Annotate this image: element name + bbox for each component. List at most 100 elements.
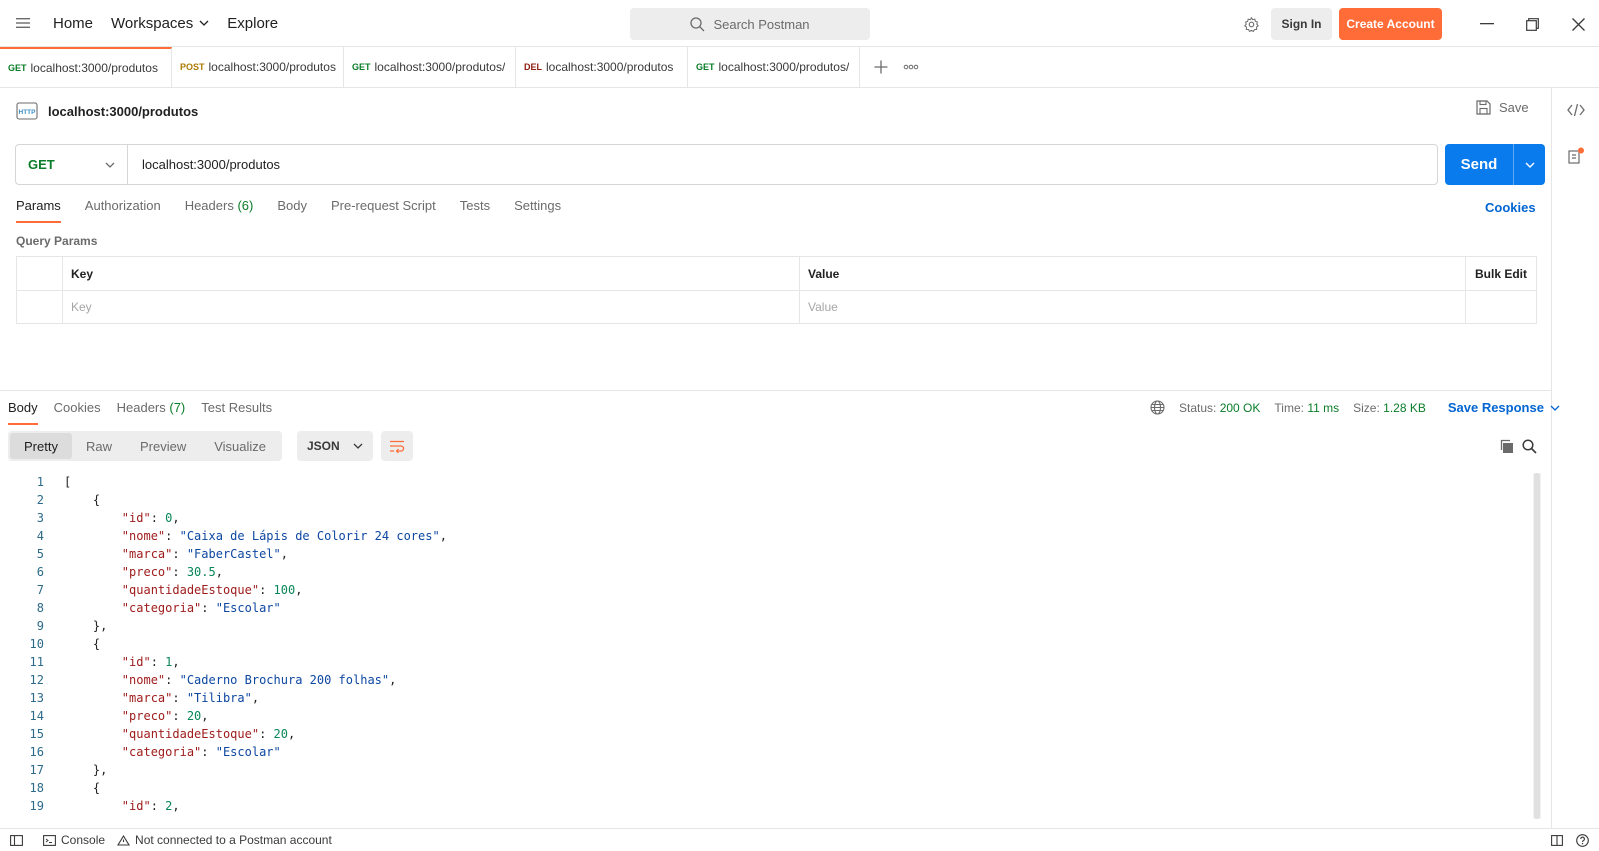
nav-workspaces[interactable]: Workspaces <box>111 15 209 32</box>
globe-icon[interactable] <box>1150 400 1165 415</box>
key-input[interactable]: Key <box>63 291 800 323</box>
code-text: "quantidadeEstoque": 20, <box>44 727 295 741</box>
query-params-label: Query Params <box>16 234 98 248</box>
code-text: "categoria": "Escolar" <box>44 601 281 615</box>
menu-icon[interactable] <box>11 11 35 35</box>
status-info[interactable]: Status: 200 OK <box>1179 401 1260 415</box>
request-tab[interactable]: DEL localhost:3000/produtos <box>516 47 688 87</box>
response-tab-test-results[interactable]: Test Results <box>201 400 272 425</box>
response-meta: Status: 200 OK Time: 11 ms Size: 1.28 KB… <box>1150 400 1560 415</box>
url-input[interactable]: localhost:3000/produtos <box>128 157 280 172</box>
sign-in-button[interactable]: Sign In <box>1271 8 1332 40</box>
settings-gear-icon[interactable] <box>1239 12 1263 36</box>
save-label: Save <box>1499 100 1529 115</box>
more-tabs-icon[interactable] <box>896 47 926 87</box>
nav-home[interactable]: Home <box>53 15 93 32</box>
method-select[interactable]: GET <box>16 145 128 184</box>
tab-method: DEL <box>524 62 542 72</box>
code-snippet-icon[interactable] <box>1564 98 1588 122</box>
line-number: 10 <box>29 637 44 651</box>
save-button[interactable]: Save <box>1476 100 1529 115</box>
request-tab[interactable]: GET localhost:3000/produtos <box>0 47 172 87</box>
request-tab[interactable]: GET localhost:3000/produtos/ <box>344 47 516 87</box>
tab-url: localhost:3000/produtos <box>30 61 158 75</box>
wrap-lines-icon[interactable] <box>381 431 413 461</box>
minimize-icon[interactable] <box>1475 12 1499 36</box>
code-token: : <box>172 691 187 705</box>
code-text: { <box>44 781 100 795</box>
console-button[interactable]: Console <box>43 833 105 847</box>
send-button[interactable]: Send <box>1445 144 1545 185</box>
code-text: }, <box>44 763 107 777</box>
checkbox-column <box>17 257 63 290</box>
two-pane-view-icon[interactable] <box>1551 834 1563 846</box>
response-tab-body[interactable]: Body <box>8 400 38 425</box>
cookies-link[interactable]: Cookies <box>1485 200 1536 215</box>
code-token: "marca" <box>121 547 173 561</box>
scrollbar-thumb[interactable] <box>1534 473 1540 819</box>
connection-status[interactable]: Not connected to a Postman account <box>117 833 332 847</box>
tab-authorization[interactable]: Authorization <box>85 198 161 223</box>
code-line: 6 "preco": 30.5, <box>0 563 1530 581</box>
view-visualize[interactable]: Visualize <box>200 433 280 459</box>
nav-explore[interactable]: Explore <box>227 15 278 32</box>
tab-method: POST <box>180 62 205 72</box>
code-line: 15 "quantidadeEstoque": 20, <box>0 725 1530 743</box>
row-checkbox[interactable] <box>17 291 63 323</box>
copy-icon[interactable] <box>1496 436 1516 456</box>
headers-count: (6) <box>237 198 254 213</box>
save-response-label: Save Response <box>1447 400 1544 415</box>
restore-icon[interactable] <box>1520 12 1544 36</box>
size-info[interactable]: Size: 1.28 KB <box>1353 401 1426 415</box>
create-account-button[interactable]: Create Account <box>1339 8 1442 40</box>
request-tab[interactable]: GET localhost:3000/produtos/ <box>688 47 860 87</box>
search-icon <box>690 16 705 31</box>
code-text: { <box>44 637 100 651</box>
response-divider[interactable] <box>0 390 1551 391</box>
format-select[interactable]: JSON <box>297 431 373 461</box>
tab-tests[interactable]: Tests <box>460 198 490 223</box>
tab-params[interactable]: Params <box>16 198 61 223</box>
save-response-button[interactable]: Save Response <box>1448 400 1560 415</box>
view-raw[interactable]: Raw <box>72 433 126 459</box>
time-value: 11 ms <box>1307 400 1340 415</box>
response-tab-headers[interactable]: Headers (7) <box>117 400 186 425</box>
code-token: : <box>150 655 166 669</box>
code-token: : <box>172 547 187 561</box>
console-icon <box>43 834 56 846</box>
view-preview[interactable]: Preview <box>126 433 200 459</box>
value-input[interactable]: Value <box>800 291 1466 323</box>
request-tab[interactable]: POST localhost:3000/produtos <box>172 47 344 87</box>
close-icon[interactable] <box>1566 12 1590 36</box>
tab-prerequest-script[interactable]: Pre-request Script <box>331 198 436 223</box>
code-token: { <box>64 781 101 795</box>
view-pretty[interactable]: Pretty <box>10 433 72 459</box>
nav-workspaces-label: Workspaces <box>111 14 194 32</box>
url-bar: GET localhost:3000/produtos <box>15 144 1438 185</box>
code-token: , <box>280 547 288 561</box>
code-token: 100 <box>273 583 296 597</box>
vertical-scrollbar[interactable] <box>1533 473 1541 819</box>
code-token: , <box>172 655 180 669</box>
new-tab-plus-icon[interactable] <box>866 47 896 87</box>
line-number: 8 <box>36 601 44 615</box>
search-response-icon[interactable] <box>1519 436 1539 456</box>
response-tab-cookies[interactable]: Cookies <box>54 400 101 425</box>
toggle-sidebar-icon[interactable] <box>10 834 23 846</box>
help-icon[interactable] <box>1576 833 1589 847</box>
tab-body[interactable]: Body <box>277 198 307 223</box>
search-bar[interactable]: Search Postman <box>630 8 870 40</box>
bulk-edit-button[interactable]: Bulk Edit <box>1466 257 1536 290</box>
code-token: : <box>259 583 274 597</box>
line-number: 6 <box>36 565 44 579</box>
tab-headers[interactable]: Headers (6) <box>185 198 254 223</box>
send-options-chevron-icon[interactable] <box>1513 144 1545 185</box>
code-token: "quantidadeEstoque" <box>121 727 260 741</box>
code-token: : <box>150 511 166 525</box>
time-info[interactable]: Time: 11 ms <box>1274 401 1339 415</box>
tab-settings[interactable]: Settings <box>514 198 561 223</box>
response-body-editor[interactable]: 1[2 {3 "id": 0, 4 "nome": "Caixa de Lápis… <box>0 473 1530 819</box>
documentation-icon[interactable] <box>1564 144 1588 168</box>
